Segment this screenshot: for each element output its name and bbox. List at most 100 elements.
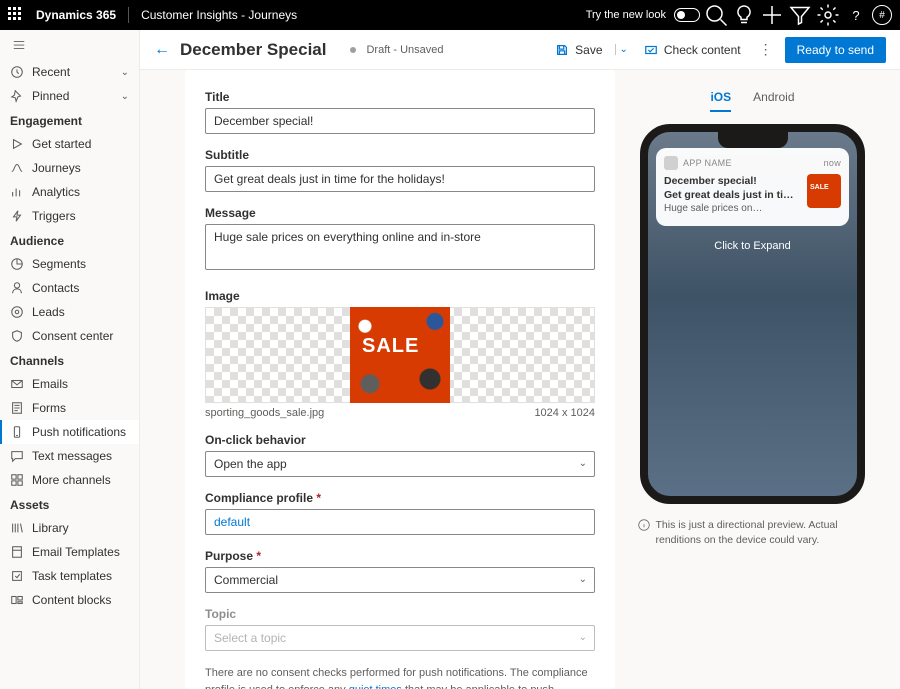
nav-triggers[interactable]: Triggers <box>0 204 139 228</box>
blocks-icon <box>10 593 24 607</box>
click-to-expand[interactable]: Click to Expand <box>648 240 857 252</box>
search-icon[interactable] <box>704 3 728 27</box>
preview-tabs: iOS Android <box>710 90 794 112</box>
chevron-down-icon: ⌄ <box>121 67 129 78</box>
nav-collapse-button[interactable] <box>0 30 139 60</box>
timestamp-now: now <box>824 158 841 168</box>
form-icon <box>10 401 24 415</box>
try-new-look-label: Try the new look <box>586 9 666 21</box>
form-panel: Title Subtitle Message Huge sale prices … <box>185 70 615 689</box>
message-input[interactable]: Huge sale prices on everything online an… <box>205 224 595 270</box>
notification-card[interactable]: APP NAME now December special! Get great… <box>656 148 849 226</box>
filter-icon[interactable] <box>788 3 812 27</box>
bolt-icon <box>10 209 24 223</box>
task-icon <box>10 569 24 583</box>
nav-more-channels[interactable]: More channels <box>0 468 139 492</box>
user-avatar[interactable]: # <box>872 5 892 25</box>
nav-text-messages[interactable]: Text messages <box>0 444 139 468</box>
nav-contacts[interactable]: Contacts <box>0 276 139 300</box>
more-commands-button[interactable]: ⋮ <box>753 41 779 58</box>
nav-label: Forms <box>32 401 66 415</box>
title-input[interactable] <box>205 108 595 134</box>
nav-recent[interactable]: Recent ⌄ <box>0 60 139 84</box>
nav-emails[interactable]: Emails <box>0 372 139 396</box>
purpose-label: Purpose <box>205 549 595 563</box>
brand-name: Dynamics 365 <box>36 8 116 22</box>
nav-label: Journeys <box>32 161 81 175</box>
quiet-times-link[interactable]: quiet times <box>349 684 402 689</box>
subtitle-input[interactable] <box>205 166 595 192</box>
nav-push-notifications[interactable]: Push notifications <box>0 420 139 444</box>
nav-label: Text messages <box>32 449 112 463</box>
image-filename: sporting_goods_sale.jpg <box>205 407 324 419</box>
topic-label: Topic <box>205 607 595 621</box>
person-icon <box>10 281 24 295</box>
subtitle-label: Subtitle <box>205 148 595 162</box>
nav-label: Analytics <box>32 185 80 199</box>
nav-label: More channels <box>32 473 111 487</box>
nav-label: Content blocks <box>32 593 111 607</box>
save-button[interactable]: Save <box>549 39 608 61</box>
tab-android[interactable]: Android <box>753 90 794 112</box>
nav-label: Pinned <box>32 89 69 103</box>
onclick-select[interactable] <box>205 451 595 477</box>
nav-analytics[interactable]: Analytics <box>0 180 139 204</box>
phone-notch <box>718 132 788 148</box>
pin-icon <box>10 89 24 103</box>
app-name: Customer Insights - Journeys <box>141 8 297 22</box>
nav-label: Segments <box>32 257 86 271</box>
check-label: Check content <box>664 43 741 57</box>
nav-journeys[interactable]: Journeys <box>0 156 139 180</box>
nav-label: Contacts <box>32 281 79 295</box>
nav-segments[interactable]: Segments <box>0 252 139 276</box>
status-text: Draft - Unsaved <box>366 44 443 56</box>
back-button[interactable]: ← <box>154 41 170 59</box>
nav-pinned[interactable]: Pinned ⌄ <box>0 84 139 108</box>
nav-content-blocks[interactable]: Content blocks <box>0 588 139 612</box>
shield-icon <box>10 329 24 343</box>
preview-disclaimer: This is just a directional preview. Actu… <box>638 518 868 547</box>
gear-icon[interactable] <box>816 3 840 27</box>
nav-leads[interactable]: Leads <box>0 300 139 324</box>
ready-to-send-button[interactable]: Ready to send <box>785 37 886 63</box>
nav-label: Emails <box>32 377 68 391</box>
play-icon <box>10 137 24 151</box>
sale-image-thumb <box>350 307 450 403</box>
help-icon[interactable]: ? <box>844 3 868 27</box>
nav-group-channels: Channels <box>0 348 139 372</box>
divider <box>128 7 129 23</box>
nav-consent-center[interactable]: Consent center <box>0 324 139 348</box>
notif-title: December special! <box>664 174 801 188</box>
onclick-label: On-click behavior <box>205 433 595 447</box>
save-split-chevron[interactable]: ⌄ <box>615 44 632 55</box>
phone-icon <box>10 425 24 439</box>
purpose-select[interactable] <box>205 567 595 593</box>
app-name-label: APP NAME <box>683 158 732 168</box>
nav-label: Recent <box>32 65 70 79</box>
check-content-button[interactable]: Check content <box>638 39 747 61</box>
page-title: December Special <box>180 40 326 60</box>
nav-library[interactable]: Library <box>0 516 139 540</box>
message-label: Message <box>205 206 595 220</box>
nav-label: Leads <box>32 305 65 319</box>
app-launcher-icon[interactable] <box>8 7 24 23</box>
lightbulb-icon[interactable] <box>732 3 756 27</box>
nav-forms[interactable]: Forms <box>0 396 139 420</box>
nav-get-started[interactable]: Get started <box>0 132 139 156</box>
pie-icon <box>10 257 24 271</box>
tab-ios[interactable]: iOS <box>710 90 731 112</box>
nav-label: Task templates <box>32 569 112 583</box>
add-icon[interactable] <box>760 3 784 27</box>
nav-task-templates[interactable]: Task templates <box>0 564 139 588</box>
chevron-down-icon: ⌄ <box>121 91 129 102</box>
compliance-select[interactable] <box>205 509 595 535</box>
nav-label: Consent center <box>32 329 113 343</box>
try-new-look-toggle[interactable] <box>674 8 700 22</box>
nav-group-engagement: Engagement <box>0 108 139 132</box>
nav-email-templates[interactable]: Email Templates <box>0 540 139 564</box>
target-icon <box>10 305 24 319</box>
nav-label: Email Templates <box>32 545 120 559</box>
image-preview[interactable] <box>205 307 595 403</box>
phone-frame: APP NAME now December special! Get great… <box>640 124 865 504</box>
info-icon <box>638 519 650 531</box>
